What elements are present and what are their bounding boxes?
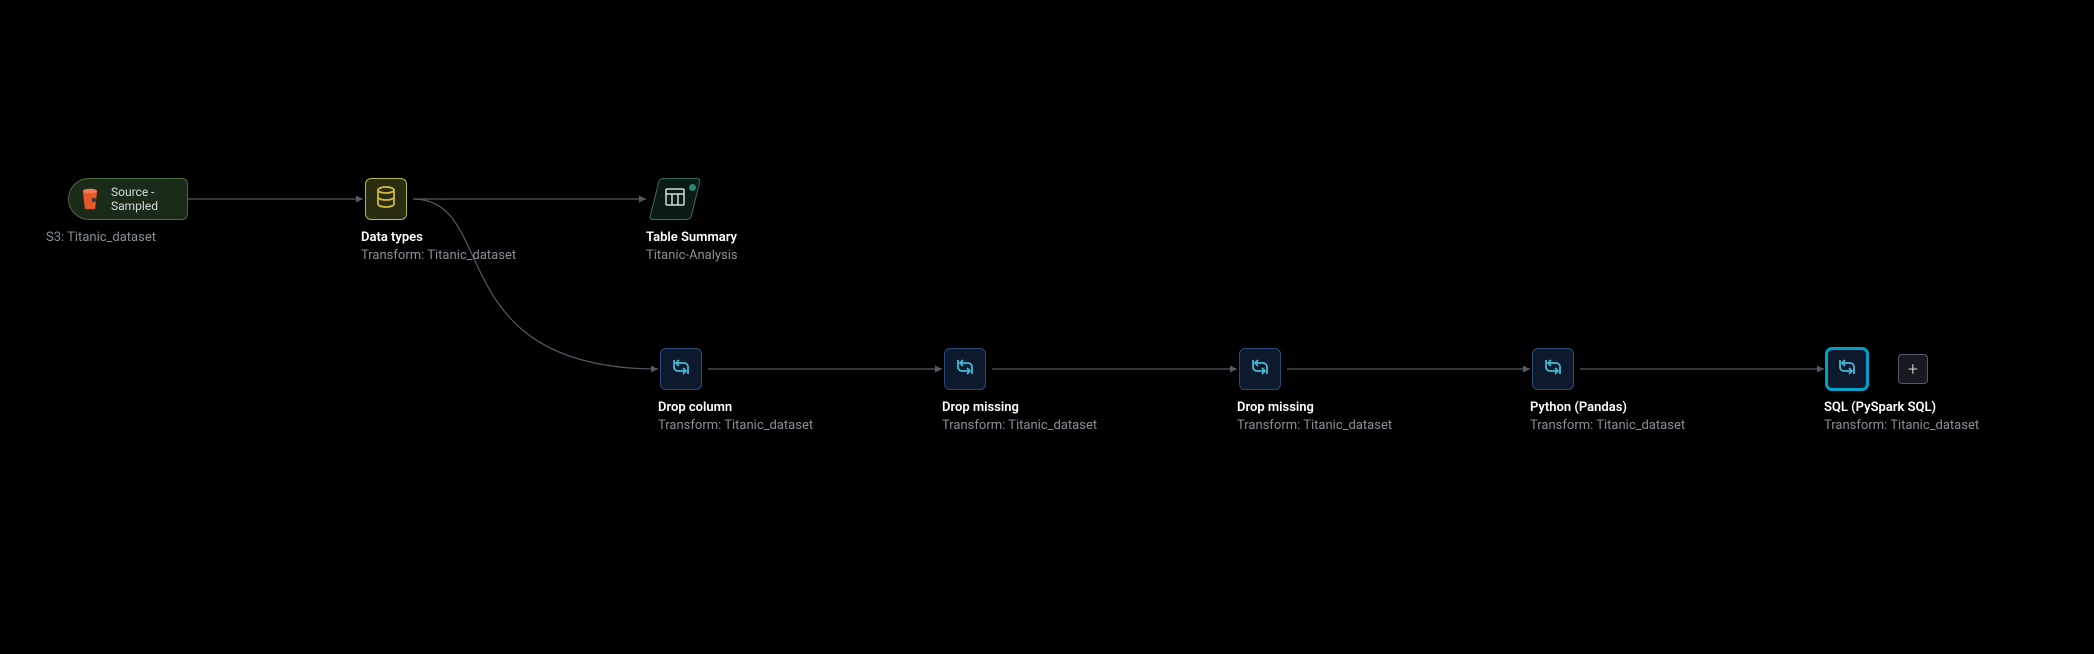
summary-title: Table Summary <box>646 230 846 245</box>
source-subtitle: S3: Titanic_dataset <box>46 230 268 245</box>
transform-icon <box>1836 358 1858 380</box>
t5-subtitle: Transform: Titanic_dataset <box>1824 418 2024 433</box>
transform-box[interactable] <box>1239 348 1281 390</box>
node-drop-column[interactable]: Drop column Transform: Titanic_dataset <box>660 348 702 390</box>
data-types-subtitle: Transform: Titanic_dataset <box>361 248 561 263</box>
flow-edges <box>0 0 2094 654</box>
t5-title: SQL (PySpark SQL) <box>1824 400 2024 415</box>
data-types-box[interactable] <box>365 178 407 220</box>
t4-title: Python (Pandas) <box>1530 400 1730 415</box>
transform-box[interactable] <box>944 348 986 390</box>
transform-icon <box>670 358 692 380</box>
node-python-pandas[interactable]: Python (Pandas) Transform: Titanic_datas… <box>1532 348 1574 390</box>
s3-bucket-icon <box>77 186 103 212</box>
status-dot-icon <box>689 184 696 191</box>
t3-title: Drop missing <box>1237 400 1437 415</box>
source-label: Source - Sampled <box>111 185 175 214</box>
t2-subtitle: Transform: Titanic_dataset <box>942 418 1142 433</box>
node-data-types[interactable]: Data types Transform: Titanic_dataset <box>365 178 407 220</box>
transform-icon <box>954 358 976 380</box>
data-types-title: Data types <box>361 230 561 245</box>
t3-subtitle: Transform: Titanic_dataset <box>1237 418 1437 433</box>
transform-icon <box>1249 358 1271 380</box>
t2-title: Drop missing <box>942 400 1142 415</box>
transform-box-selected[interactable] <box>1826 348 1868 390</box>
node-sql-pyspark[interactable]: SQL (PySpark SQL) Transform: Titanic_dat… <box>1826 348 1868 390</box>
table-icon <box>665 188 685 210</box>
t4-subtitle: Transform: Titanic_dataset <box>1530 418 1730 433</box>
node-table-summary[interactable]: Table Summary Titanic-Analysis <box>648 178 702 220</box>
source-pill[interactable]: Source - Sampled <box>68 178 188 220</box>
t1-title: Drop column <box>658 400 858 415</box>
database-icon <box>376 186 396 212</box>
transform-box[interactable] <box>660 348 702 390</box>
plus-glyph: + <box>1908 359 1918 380</box>
transform-icon <box>1542 358 1564 380</box>
add-step-button[interactable]: + <box>1898 354 1928 384</box>
summary-subtitle: Titanic-Analysis <box>646 248 846 263</box>
t1-subtitle: Transform: Titanic_dataset <box>658 418 858 433</box>
node-source[interactable]: Source - Sampled S3: Titanic_dataset <box>68 178 188 220</box>
node-drop-missing-2[interactable]: Drop missing Transform: Titanic_dataset <box>1239 348 1281 390</box>
plus-icon[interactable]: + <box>1898 354 1928 384</box>
node-drop-missing-1[interactable]: Drop missing Transform: Titanic_dataset <box>944 348 986 390</box>
transform-box[interactable] <box>1532 348 1574 390</box>
